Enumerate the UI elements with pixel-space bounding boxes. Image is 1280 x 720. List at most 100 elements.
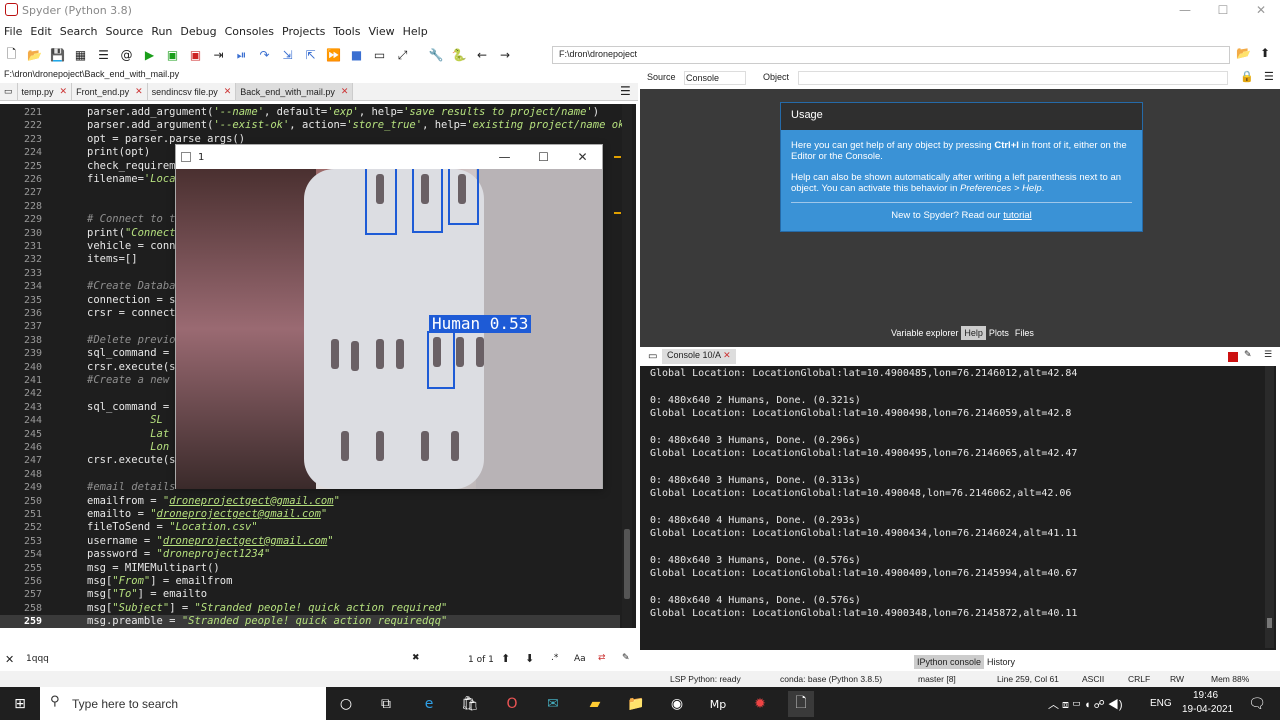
tab-plots[interactable]: Plots bbox=[986, 326, 1012, 340]
python-path-icon[interactable]: 🐍 bbox=[449, 46, 469, 64]
step-into-icon[interactable]: ⇲ bbox=[278, 46, 298, 64]
task-view-icon[interactable]: ⧉ bbox=[373, 691, 399, 717]
tab-history[interactable]: History bbox=[984, 655, 1018, 669]
windows-start-icon[interactable]: ⊞ bbox=[7, 691, 33, 717]
close-button[interactable]: ✕ bbox=[1242, 0, 1280, 20]
menu-run[interactable]: Run bbox=[147, 25, 176, 38]
object-input[interactable] bbox=[798, 71, 1228, 85]
run-cell-advance-icon[interactable]: ▣ bbox=[186, 46, 206, 64]
save-all-icon[interactable]: ▦ bbox=[71, 46, 91, 64]
close-tab-icon[interactable]: ✕ bbox=[341, 86, 349, 97]
cortana-icon[interactable]: ○ bbox=[333, 691, 359, 717]
menu-source[interactable]: Source bbox=[102, 25, 148, 38]
popup-maximize-button[interactable]: ☐ bbox=[524, 145, 563, 169]
whole-word-icon[interactable]: ⇄ bbox=[598, 653, 606, 663]
step-return-icon[interactable]: ⇱ bbox=[301, 46, 321, 64]
run-selection-icon[interactable]: ⇥ bbox=[209, 46, 229, 64]
menu-tools[interactable]: Tools bbox=[329, 25, 364, 38]
clear-console-icon[interactable]: ✎ bbox=[1244, 350, 1252, 360]
close-tab-icon[interactable]: ✕ bbox=[224, 86, 232, 97]
find-previous-icon[interactable]: ⬆ bbox=[501, 652, 510, 665]
menu-consoles[interactable]: Consoles bbox=[221, 25, 278, 38]
debug-icon[interactable]: ⏯ bbox=[232, 46, 252, 64]
active-window-icon[interactable]: 🗋 bbox=[788, 691, 814, 717]
code-line[interactable]: 254 password = "droneproject1234" bbox=[0, 548, 620, 561]
ipython-console[interactable]: Global Location: LocationGlobal:lat=10.4… bbox=[640, 366, 1276, 650]
close-tab-icon[interactable]: ✕ bbox=[135, 86, 143, 97]
editor-options-icon[interactable]: ☰ bbox=[620, 84, 631, 98]
language-indicator[interactable]: ENG bbox=[1150, 698, 1172, 709]
code-line[interactable]: 257 msg["To"] = emailto bbox=[0, 588, 620, 601]
run-icon[interactable]: ▶ bbox=[140, 46, 160, 64]
office-icon[interactable]: O bbox=[499, 691, 525, 717]
clock-date[interactable]: 19-04-2021 bbox=[1182, 704, 1233, 715]
close-find-icon[interactable]: ✕ bbox=[5, 653, 14, 666]
code-line[interactable]: 251 emailto = "droneprojectgect@gmail.com… bbox=[0, 508, 620, 521]
clock-time[interactable]: 19:46 bbox=[1193, 690, 1218, 701]
working-directory-input[interactable]: F:\dron\dronepoject bbox=[552, 46, 1230, 64]
code-line[interactable]: 253 username = "droneprojectgect@gmail.co… bbox=[0, 535, 620, 548]
detection-window[interactable]: 1 — ☐ ✕ Human 0.53 bbox=[175, 144, 603, 489]
menu-help[interactable]: Help bbox=[399, 25, 432, 38]
find-input[interactable]: 1qqq bbox=[26, 652, 426, 668]
store-icon[interactable]: 🛍 bbox=[457, 691, 483, 717]
lock-icon[interactable]: 🔒 bbox=[1240, 70, 1254, 83]
maximize-pane-icon[interactable]: ▭ bbox=[370, 46, 390, 64]
menu-debug[interactable]: Debug bbox=[176, 25, 220, 38]
editor-tab[interactable]: sendincsv file.py ✕ bbox=[147, 83, 237, 100]
menu-file[interactable]: File bbox=[0, 25, 26, 38]
preferences-icon[interactable]: 🔧 bbox=[426, 46, 446, 64]
popup-minimize-button[interactable]: — bbox=[485, 145, 524, 169]
tab-ipython-console[interactable]: IPython console bbox=[914, 655, 985, 669]
close-tab-icon[interactable]: ✕ bbox=[60, 86, 68, 97]
back-icon[interactable]: ← bbox=[472, 46, 492, 64]
editor-tab[interactable]: Back_end_with_mail.py ✕ bbox=[236, 83, 354, 100]
code-line[interactable]: 256 msg["From"] = emailfrom bbox=[0, 575, 620, 588]
highlight-icon[interactable]: ✎ bbox=[622, 653, 630, 663]
edge-icon[interactable]: e bbox=[416, 691, 442, 717]
list-icon[interactable]: ☰ bbox=[94, 46, 114, 64]
tutorial-link[interactable]: tutorial bbox=[1003, 210, 1032, 221]
console-options-icon[interactable]: ☰ bbox=[1264, 350, 1272, 360]
code-line[interactable]: 255 msg = MIMEMultipart() bbox=[0, 562, 620, 575]
notifications-icon[interactable]: 🗨 bbox=[1244, 691, 1270, 717]
tab-files[interactable]: Files bbox=[1012, 326, 1037, 340]
popup-close-button[interactable]: ✕ bbox=[563, 145, 602, 169]
console-tab[interactable]: Console 10/A ✕ bbox=[662, 349, 736, 364]
continue-icon[interactable]: ⏩ bbox=[324, 46, 344, 64]
clear-icon[interactable]: ✖ bbox=[412, 653, 420, 663]
mail-icon[interactable]: ✉ bbox=[540, 691, 566, 717]
case-sensitive-icon[interactable]: Aa bbox=[574, 654, 586, 664]
save-icon[interactable]: 💾 bbox=[48, 46, 68, 64]
console-browse-icon[interactable]: ▭ bbox=[648, 351, 657, 362]
interrupt-kernel-icon[interactable] bbox=[1228, 352, 1238, 362]
code-line[interactable]: 252 fileToSend = "Location.csv" bbox=[0, 521, 620, 534]
code-line[interactable]: 250 emailfrom = "droneprojectgect@gmail.c… bbox=[0, 495, 620, 508]
source-select[interactable]: Console bbox=[684, 71, 746, 85]
help-options-icon[interactable]: ☰ bbox=[1264, 70, 1274, 83]
stop-icon[interactable]: ■ bbox=[347, 46, 367, 64]
menu-projects[interactable]: Projects bbox=[278, 25, 329, 38]
browse-tabs-icon[interactable]: ▭ bbox=[0, 83, 18, 100]
spyder-taskbar-icon[interactable]: ✹ bbox=[747, 691, 773, 717]
minimize-button[interactable]: — bbox=[1166, 0, 1204, 20]
tray-icons[interactable]: ︿ ⧈ ▭ ◖ ☍ ◀) bbox=[1048, 696, 1123, 712]
file-explorer-icon[interactable]: 📁 bbox=[623, 691, 649, 717]
regex-icon[interactable]: .* bbox=[551, 653, 558, 663]
code-line[interactable]: 222 parser.add_argument('--exist-ok', act… bbox=[0, 119, 631, 132]
code-line[interactable]: 221 parser.add_argument('--name', default… bbox=[0, 106, 620, 119]
step-icon[interactable]: ↷ bbox=[255, 46, 275, 64]
parent-directory-icon[interactable]: ⬆ bbox=[1260, 46, 1270, 60]
mp-icon[interactable]: Mp bbox=[705, 691, 731, 717]
tab-variable-explorer[interactable]: Variable explorer bbox=[888, 326, 961, 340]
at-icon[interactable]: @ bbox=[117, 46, 137, 64]
chrome-icon[interactable]: ◉ bbox=[664, 691, 690, 717]
open-folder-icon[interactable]: 📂 bbox=[25, 46, 45, 64]
menu-view[interactable]: View bbox=[364, 25, 398, 38]
tab-help[interactable]: Help bbox=[961, 326, 986, 340]
console-scrollbar[interactable] bbox=[1265, 366, 1274, 648]
fullscreen-icon[interactable]: ⤢ bbox=[393, 46, 413, 64]
maximize-button[interactable]: ☐ bbox=[1204, 0, 1242, 20]
forward-icon[interactable]: → bbox=[495, 46, 515, 64]
menu-search[interactable]: Search bbox=[56, 25, 102, 38]
